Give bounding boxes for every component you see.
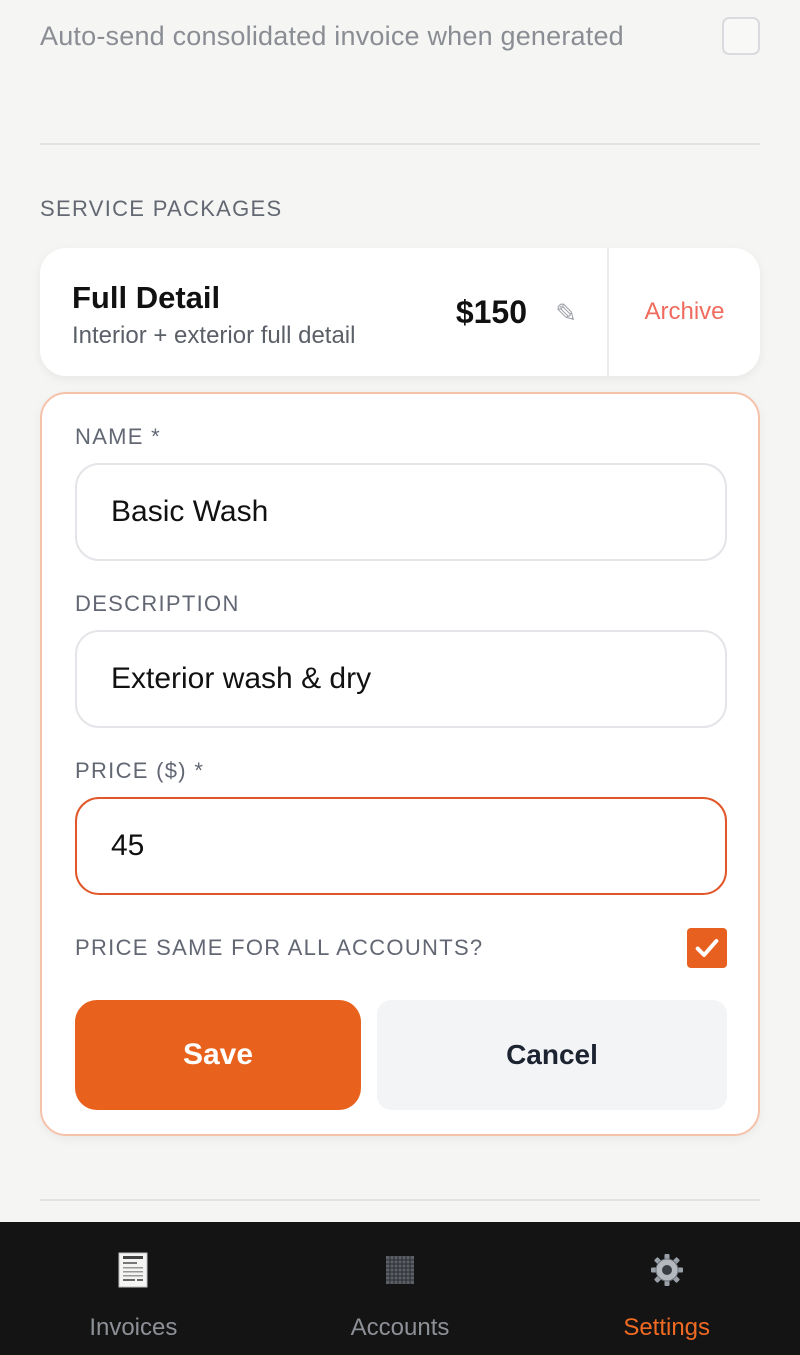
name-input[interactable] xyxy=(75,463,727,561)
save-button[interactable]: Save xyxy=(75,1000,361,1110)
gear-icon xyxy=(649,1252,685,1288)
same-price-checkbox[interactable] xyxy=(687,928,727,968)
package-info: Full Detail Interior + exterior full det… xyxy=(40,248,607,376)
package-price: $150 xyxy=(455,294,527,330)
nav-item-accounts[interactable]: Accounts xyxy=(267,1222,534,1355)
nav-item-invoices[interactable]: Invoices xyxy=(0,1222,267,1355)
name-label: NAME * xyxy=(75,424,162,449)
price-label: PRICE ($) * xyxy=(75,758,205,783)
divider xyxy=(40,1199,760,1201)
auto-send-row: Auto-send consolidated invoice when gene… xyxy=(40,14,760,58)
package-edit-form: NAME * DESCRIPTION PRICE ($) * PRICE SAM… xyxy=(40,392,760,1136)
grid-icon xyxy=(382,1252,418,1288)
checkmark-icon xyxy=(695,939,719,957)
package-description: Interior + exterior full detail xyxy=(72,322,356,349)
cancel-button[interactable]: Cancel xyxy=(377,1000,727,1110)
nav-label-accounts: Accounts xyxy=(350,1314,450,1341)
receipt-icon xyxy=(115,1252,151,1288)
archive-button[interactable]: Archive xyxy=(607,248,760,376)
divider xyxy=(40,143,760,145)
package-card: Full Detail Interior + exterior full det… xyxy=(40,248,760,376)
archive-label: Archive xyxy=(644,298,725,325)
same-price-label: PRICE SAME FOR ALL ACCOUNTS? xyxy=(75,935,484,960)
section-title-service-packages: SERVICE PACKAGES xyxy=(40,196,283,221)
form-actions: Save Cancel xyxy=(75,1000,727,1110)
nav-item-settings[interactable]: Settings xyxy=(533,1222,800,1355)
pencil-icon[interactable]: ✎ xyxy=(555,298,577,329)
price-input[interactable] xyxy=(75,797,727,895)
nav-label-invoices: Invoices xyxy=(89,1314,178,1341)
package-name: Full Detail xyxy=(72,280,221,315)
nav-label-settings: Settings xyxy=(623,1314,711,1341)
bottom-nav: Invoices Accounts Settings xyxy=(0,1222,800,1355)
description-label: DESCRIPTION xyxy=(75,591,240,616)
auto-send-checkbox[interactable] xyxy=(722,17,760,55)
auto-send-label: Auto-send consolidated invoice when gene… xyxy=(40,20,624,51)
description-input[interactable] xyxy=(75,630,727,728)
same-price-row: PRICE SAME FOR ALL ACCOUNTS? xyxy=(75,928,727,968)
